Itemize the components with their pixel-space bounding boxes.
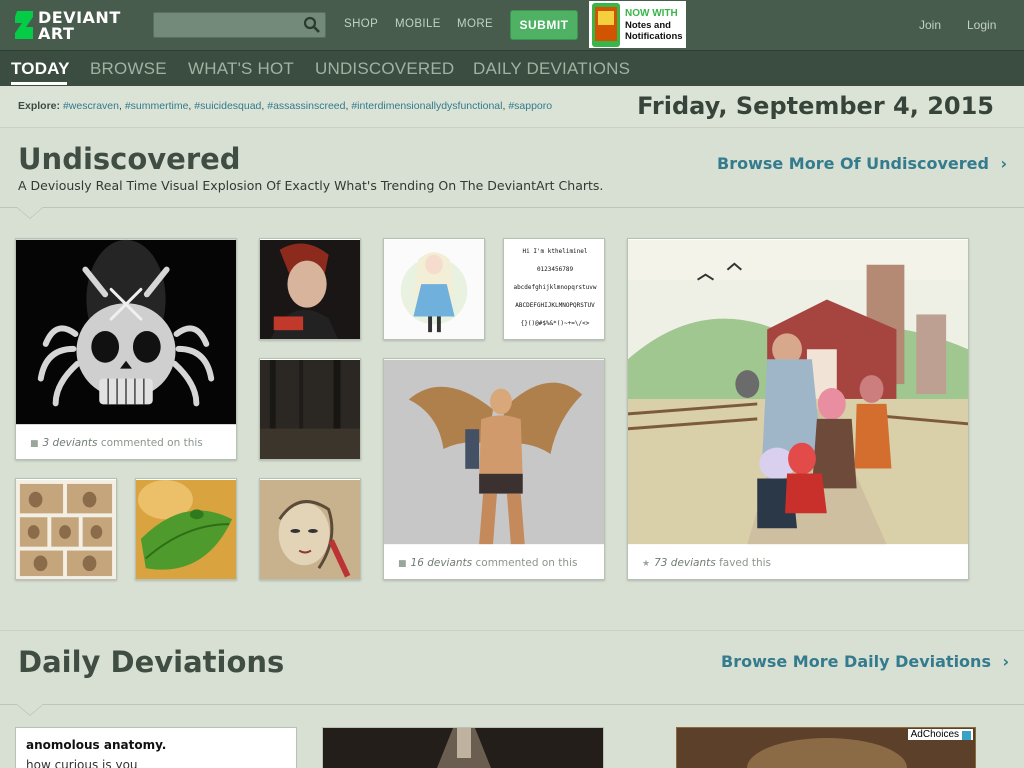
portrait-artwork <box>260 240 360 339</box>
top-bar: DEVIANT ART SHOP MOBILE MORE SUBMIT NOW … <box>0 0 1024 50</box>
ad-line-1: NOW WITH <box>625 8 678 19</box>
sketch-artwork <box>260 480 360 579</box>
deviation-thumbnail-sketch[interactable] <box>259 478 361 580</box>
adchoices-text: AdChoices <box>910 729 959 740</box>
font-line: ABCDEFGHIJKLMNOPQRSTUV <box>515 302 595 309</box>
phone-screen-art <box>598 11 614 25</box>
explore-tags: Explore: #wescraven, #summertime, #suici… <box>18 100 553 112</box>
login-link[interactable]: Login <box>967 18 996 32</box>
font-sample-artwork: Hi I'm ktheliminel 0123456789 abcdefghij… <box>504 239 604 339</box>
explore-tag[interactable]: #interdimensionallydysfunctional <box>351 100 502 112</box>
adchoices-icon <box>962 731 971 740</box>
deviation-thumbnail-winged-warrior[interactable]: ■ 16 deviants commented on this <box>383 358 605 580</box>
daily-deviations-title: Daily Deviations <box>18 645 285 679</box>
adchoices-label[interactable]: AdChoices <box>907 729 973 740</box>
deviant-count[interactable]: 3 deviants <box>43 437 98 449</box>
deviation-thumbnail-portrait[interactable] <box>259 238 361 340</box>
browse-daily-link[interactable]: Browse More Daily Deviations › <box>721 652 1009 671</box>
tab-today[interactable]: TODAY <box>11 59 70 79</box>
winged-warrior-artwork <box>384 359 604 545</box>
frog-artwork <box>136 480 236 579</box>
deviant-count[interactable]: 73 deviants <box>654 557 716 569</box>
explore-label: Explore: <box>18 100 61 112</box>
skull-artwork <box>16 239 236 425</box>
explore-tag[interactable]: #suicidesquad <box>194 100 261 112</box>
tunnel-artwork <box>323 728 603 768</box>
deviation-stats: ■ 3 deviants commented on this <box>30 437 203 449</box>
deviation-thumbnail-comic[interactable] <box>15 478 117 580</box>
nav-mobile-link[interactable]: MOBILE <box>395 18 441 30</box>
browse-undiscovered-link[interactable]: Browse More Of Undiscovered › <box>717 154 1007 173</box>
divider-notch-inner <box>17 704 43 715</box>
undiscovered-subtitle: A Deviously Real Time Visual Explosion O… <box>18 178 604 193</box>
tab-daily-deviations[interactable]: DAILY DEVIATIONS <box>473 59 630 79</box>
font-line: abcdefghijklmnopqrstuvw <box>513 284 597 291</box>
deviation-thumbnail-frog[interactable] <box>135 478 237 580</box>
page-date: Friday, September 4, 2015 <box>637 92 994 120</box>
ad-line-2: Notes and <box>625 20 671 31</box>
advertisement[interactable]: AdChoices <box>676 727 976 768</box>
dd-card-title: anomolous anatomy. <box>26 738 167 752</box>
deviation-stats: ■ 16 deviants commented on this <box>398 557 577 569</box>
deviant-count[interactable]: 16 deviants <box>411 557 473 569</box>
logo-text-art: ART <box>38 24 75 43</box>
explore-tag[interactable]: #wescraven <box>63 100 119 112</box>
stat-action: faved this <box>719 557 772 569</box>
deviation-thumbnail-anime-girl[interactable] <box>383 238 485 340</box>
tab-browse[interactable]: BROWSE <box>90 59 167 79</box>
browse-undiscovered-label: Browse More Of Undiscovered <box>717 154 989 173</box>
nav-more-link[interactable]: MORE <box>457 18 493 30</box>
explore-tag[interactable]: #sapporo <box>508 100 552 112</box>
active-tab-indicator <box>11 82 67 85</box>
section-divider <box>0 207 1024 208</box>
dd-card-text: how curious is you <box>26 758 138 768</box>
comment-icon: ■ <box>398 559 407 569</box>
farm-artwork <box>628 239 968 545</box>
section-divider <box>0 704 1024 705</box>
forest-artwork <box>260 360 360 459</box>
explore-tag[interactable]: #assassinscreed <box>267 100 345 112</box>
deviantart-logo[interactable]: DEVIANT ART <box>14 9 132 43</box>
font-line: Hi I'm ktheliminel <box>522 248 588 255</box>
chevron-right-icon: › <box>1000 154 1008 173</box>
stat-action: commented on this <box>100 437 203 449</box>
comment-icon: ■ <box>30 439 39 449</box>
divider-notch-inner <box>17 207 43 218</box>
daily-deviation-card-image[interactable] <box>322 727 604 768</box>
anime-girl-artwork <box>384 240 484 339</box>
deviation-thumbnail-skull[interactable]: ■ 3 deviants commented on this <box>15 238 237 460</box>
section-divider <box>0 630 1024 631</box>
tab-whats-hot[interactable]: WHAT'S HOT <box>188 59 294 79</box>
deviation-thumbnail-forest[interactable] <box>259 358 361 460</box>
daily-deviation-card-text[interactable]: anomolous anatomy. how curious is you <box>15 727 297 768</box>
mobile-app-ad[interactable]: NOW WITH Notes and Notifications <box>589 1 686 48</box>
ad-line-3: Notifications <box>625 31 683 42</box>
section-tabs: TODAY BROWSE WHAT'S HOT UNDISCOVERED DAI… <box>0 50 1024 86</box>
browse-daily-label: Browse More Daily Deviations <box>721 652 991 671</box>
undiscovered-title: Undiscovered <box>18 142 241 176</box>
submit-button[interactable]: SUBMIT <box>510 10 578 40</box>
comic-artwork <box>16 480 116 579</box>
stat-action: commented on this <box>475 557 578 569</box>
search-icon[interactable] <box>303 16 321 34</box>
explore-tag[interactable]: #summertime <box>125 100 189 112</box>
deviation-thumbnail-farm[interactable]: ★ 73 deviants faved this <box>627 238 969 580</box>
font-line: {}()@#$%&*()~+=\/<> <box>520 320 590 327</box>
tab-undiscovered[interactable]: UNDISCOVERED <box>315 59 454 79</box>
star-icon: ★ <box>642 559 651 569</box>
nav-shop-link[interactable]: SHOP <box>344 18 378 30</box>
font-line: 0123456789 <box>536 266 574 273</box>
deviation-thumbnail-font[interactable]: Hi I'm ktheliminel 0123456789 abcdefghij… <box>503 238 605 340</box>
search-input[interactable] <box>153 12 326 38</box>
chevron-right-icon: › <box>1002 652 1010 671</box>
deviantart-logo-icon <box>15 11 33 39</box>
deviation-stats: ★ 73 deviants faved this <box>642 557 771 569</box>
join-link[interactable]: Join <box>919 18 941 32</box>
